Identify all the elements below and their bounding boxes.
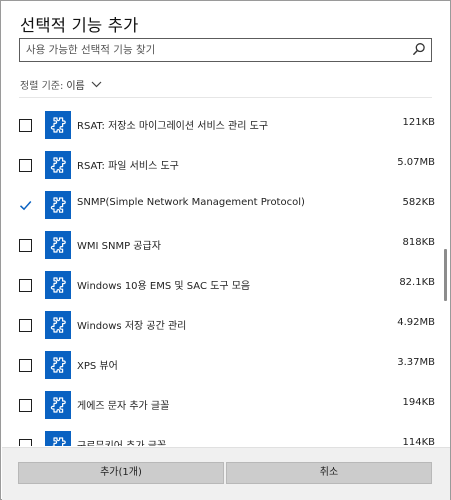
puzzle-icon — [45, 311, 71, 339]
sort-label: 정렬 기준: — [20, 81, 64, 92]
add-button[interactable]: 추가(1개) — [18, 462, 224, 484]
feature-list[interactable]: RSAT: 저장소 마이그레이션 서비스 관리 도구 121KB RSAT: 파… — [1, 98, 441, 446]
feature-checkbox[interactable] — [19, 239, 32, 252]
feature-name: 구르무키어 추가 글꼴 — [77, 437, 166, 446]
feature-item[interactable]: Windows 10용 EMS 및 SAC 도구 모음 82.1KB — [1, 265, 441, 305]
feature-size: 818KB — [402, 237, 435, 248]
feature-checkbox[interactable] — [19, 399, 32, 412]
feature-size: 4.92MB — [397, 317, 435, 328]
dialog-footer: 추가(1개) 취소 — [2, 447, 450, 500]
feature-item[interactable]: XPS 뷰어 3.37MB — [1, 345, 441, 385]
feature-size: 5.07MB — [397, 157, 435, 168]
search-icon[interactable] — [412, 42, 426, 56]
feature-size: 82.1KB — [399, 277, 435, 288]
puzzle-icon — [45, 271, 71, 299]
feature-size: 194KB — [402, 397, 435, 408]
feature-name: RSAT: 파일 서비스 도구 — [77, 161, 179, 172]
feature-item[interactable]: 구르무키어 추가 글꼴 114KB — [1, 425, 441, 446]
puzzle-icon — [45, 191, 71, 219]
dialog-title: 선택적 기능 추가 — [20, 16, 139, 35]
feature-checkbox[interactable] — [19, 439, 32, 446]
feature-name: 게에즈 문자 추가 글꼴 — [77, 401, 170, 412]
feature-name: Windows 저장 공간 관리 — [77, 321, 187, 332]
puzzle-icon — [45, 391, 71, 419]
feature-name: WMI SNMP 공급자 — [77, 241, 161, 252]
sort-control[interactable]: 정렬 기준: 이름 — [20, 77, 102, 92]
puzzle-icon — [45, 431, 71, 446]
feature-checkbox[interactable] — [19, 119, 32, 132]
feature-name: SNMP(Simple Network Management Protocol) — [77, 197, 305, 208]
feature-size: 114KB — [402, 437, 435, 446]
feature-checkbox[interactable] — [19, 359, 32, 372]
feature-name: XPS 뷰어 — [77, 361, 118, 372]
feature-name: Windows 10용 EMS 및 SAC 도구 모음 — [77, 281, 251, 292]
feature-item[interactable]: Windows 저장 공간 관리 4.92MB — [1, 305, 441, 345]
search-box[interactable] — [19, 38, 432, 62]
feature-checkbox[interactable] — [19, 279, 32, 292]
feature-size: 582KB — [402, 197, 435, 208]
feature-item[interactable]: RSAT: 저장소 마이그레이션 서비스 관리 도구 121KB — [1, 105, 441, 145]
puzzle-icon — [45, 231, 71, 259]
feature-item[interactable]: SNMP(Simple Network Management Protocol)… — [1, 185, 441, 225]
cancel-button[interactable]: 취소 — [226, 462, 432, 484]
sort-value[interactable]: 이름 — [66, 77, 84, 92]
scrollbar-thumb[interactable] — [444, 249, 447, 301]
chevron-down-icon[interactable] — [91, 81, 102, 88]
feature-item[interactable]: RSAT: 파일 서비스 도구 5.07MB — [1, 145, 441, 185]
feature-checkbox[interactable] — [19, 199, 32, 212]
dialog-frame: 선택적 기능 추가 정렬 기준: 이름 RSAT: 저장소 마이그레이션 서비스… — [0, 0, 451, 500]
puzzle-icon — [45, 351, 71, 379]
feature-size: 3.37MB — [397, 357, 435, 368]
feature-checkbox[interactable] — [19, 159, 32, 172]
puzzle-icon — [45, 111, 71, 139]
feature-item[interactable]: 게에즈 문자 추가 글꼴 194KB — [1, 385, 441, 425]
feature-name: RSAT: 저장소 마이그레이션 서비스 관리 도구 — [77, 121, 269, 132]
feature-item[interactable]: WMI SNMP 공급자 818KB — [1, 225, 441, 265]
search-input[interactable] — [26, 41, 406, 59]
puzzle-icon — [45, 151, 71, 179]
feature-size: 121KB — [402, 117, 435, 128]
checkmark-icon — [19, 201, 32, 211]
feature-checkbox[interactable] — [19, 319, 32, 332]
